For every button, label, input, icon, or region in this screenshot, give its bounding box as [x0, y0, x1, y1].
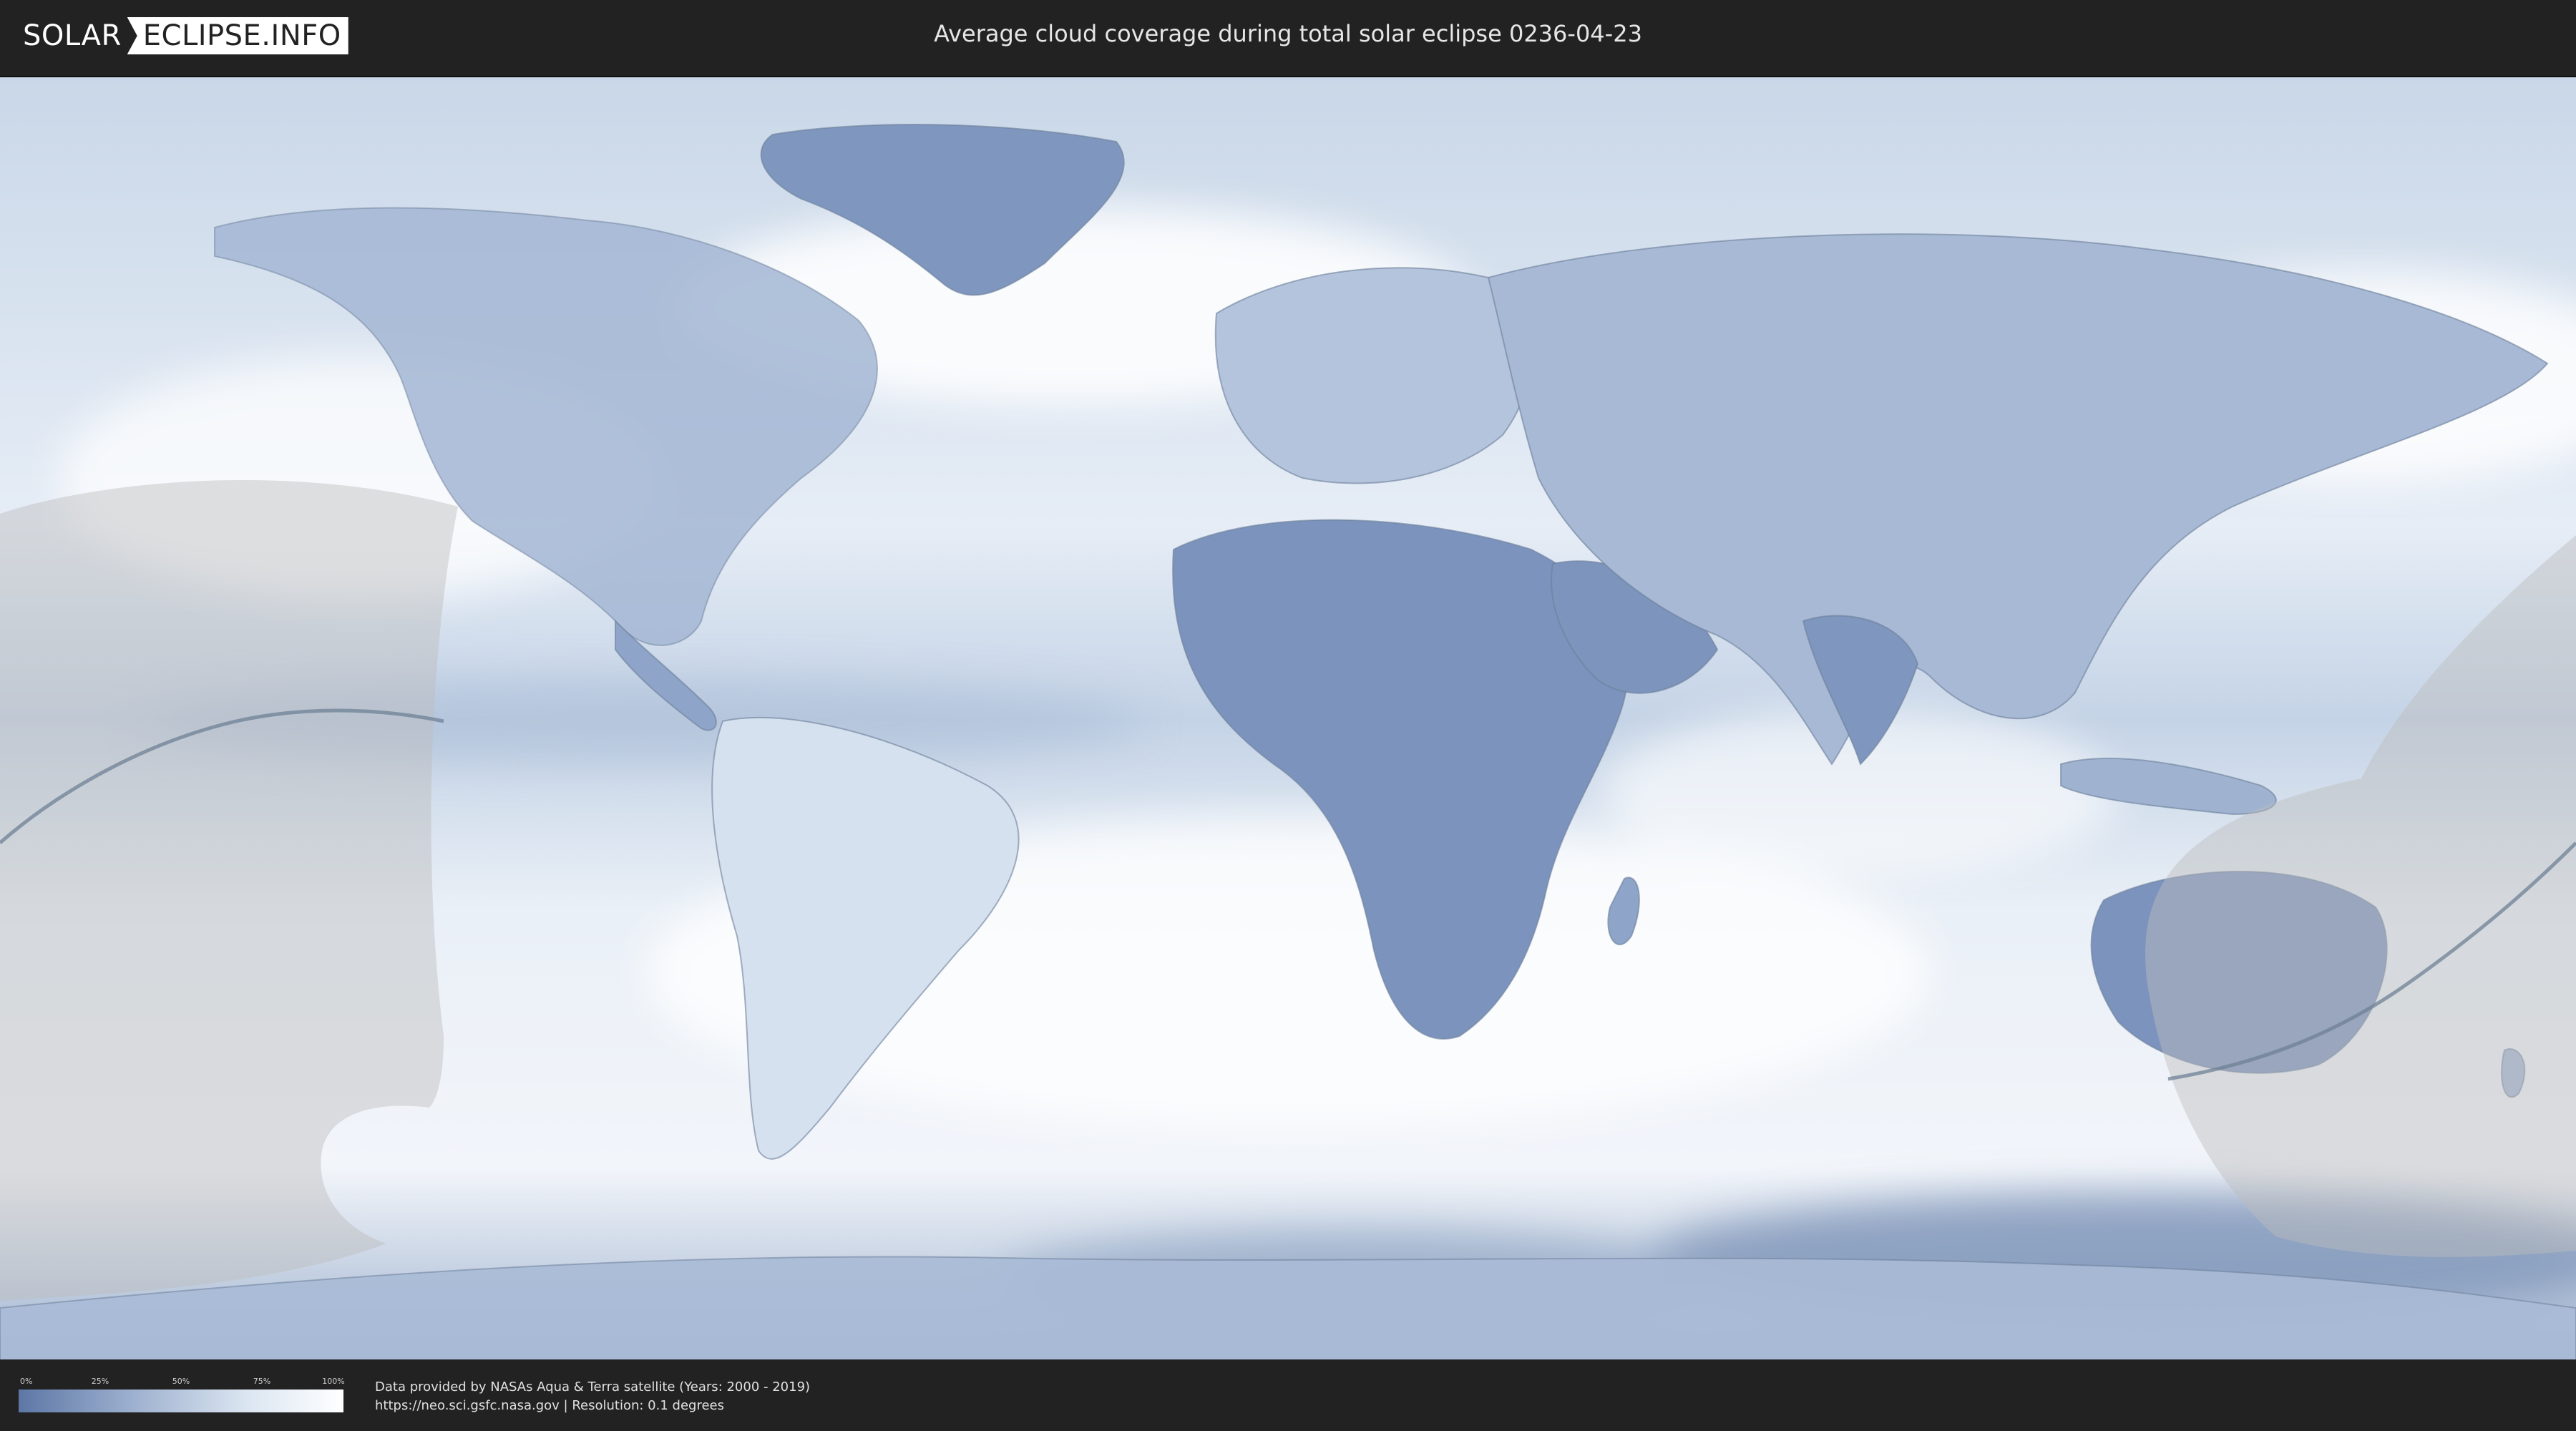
header-bar: SOLAR ECLIPSE.INFO Average cloud coverag… — [0, 0, 2576, 74]
cloud-coverage-map[interactable] — [0, 76, 2576, 1361]
cloud-coverage-legend: 0% 25% 50% 75% 100% — [19, 1377, 345, 1412]
credit-line-source: Data provided by NASAs Aqua & Terra sate… — [375, 1379, 811, 1395]
legend-tick-75: 75% — [253, 1377, 271, 1386]
legend-ticks: 0% 25% 50% 75% 100% — [19, 1377, 345, 1388]
legend-color-bar — [19, 1390, 343, 1412]
credit-line-url[interactable]: https://neo.sci.gsfc.nasa.gov | Resoluti… — [375, 1397, 810, 1415]
legend-tick-0: 0% — [20, 1377, 33, 1386]
world-map-svg — [0, 77, 2576, 1361]
legend-tick-50: 50% — [172, 1377, 190, 1386]
data-credits: Data provided by NASAs Aqua & Terra sate… — [375, 1378, 810, 1415]
legend-tick-100: 100% — [322, 1377, 345, 1386]
legend-tick-25: 25% — [91, 1377, 109, 1386]
page-title: Average cloud coverage during total sola… — [934, 20, 1642, 47]
